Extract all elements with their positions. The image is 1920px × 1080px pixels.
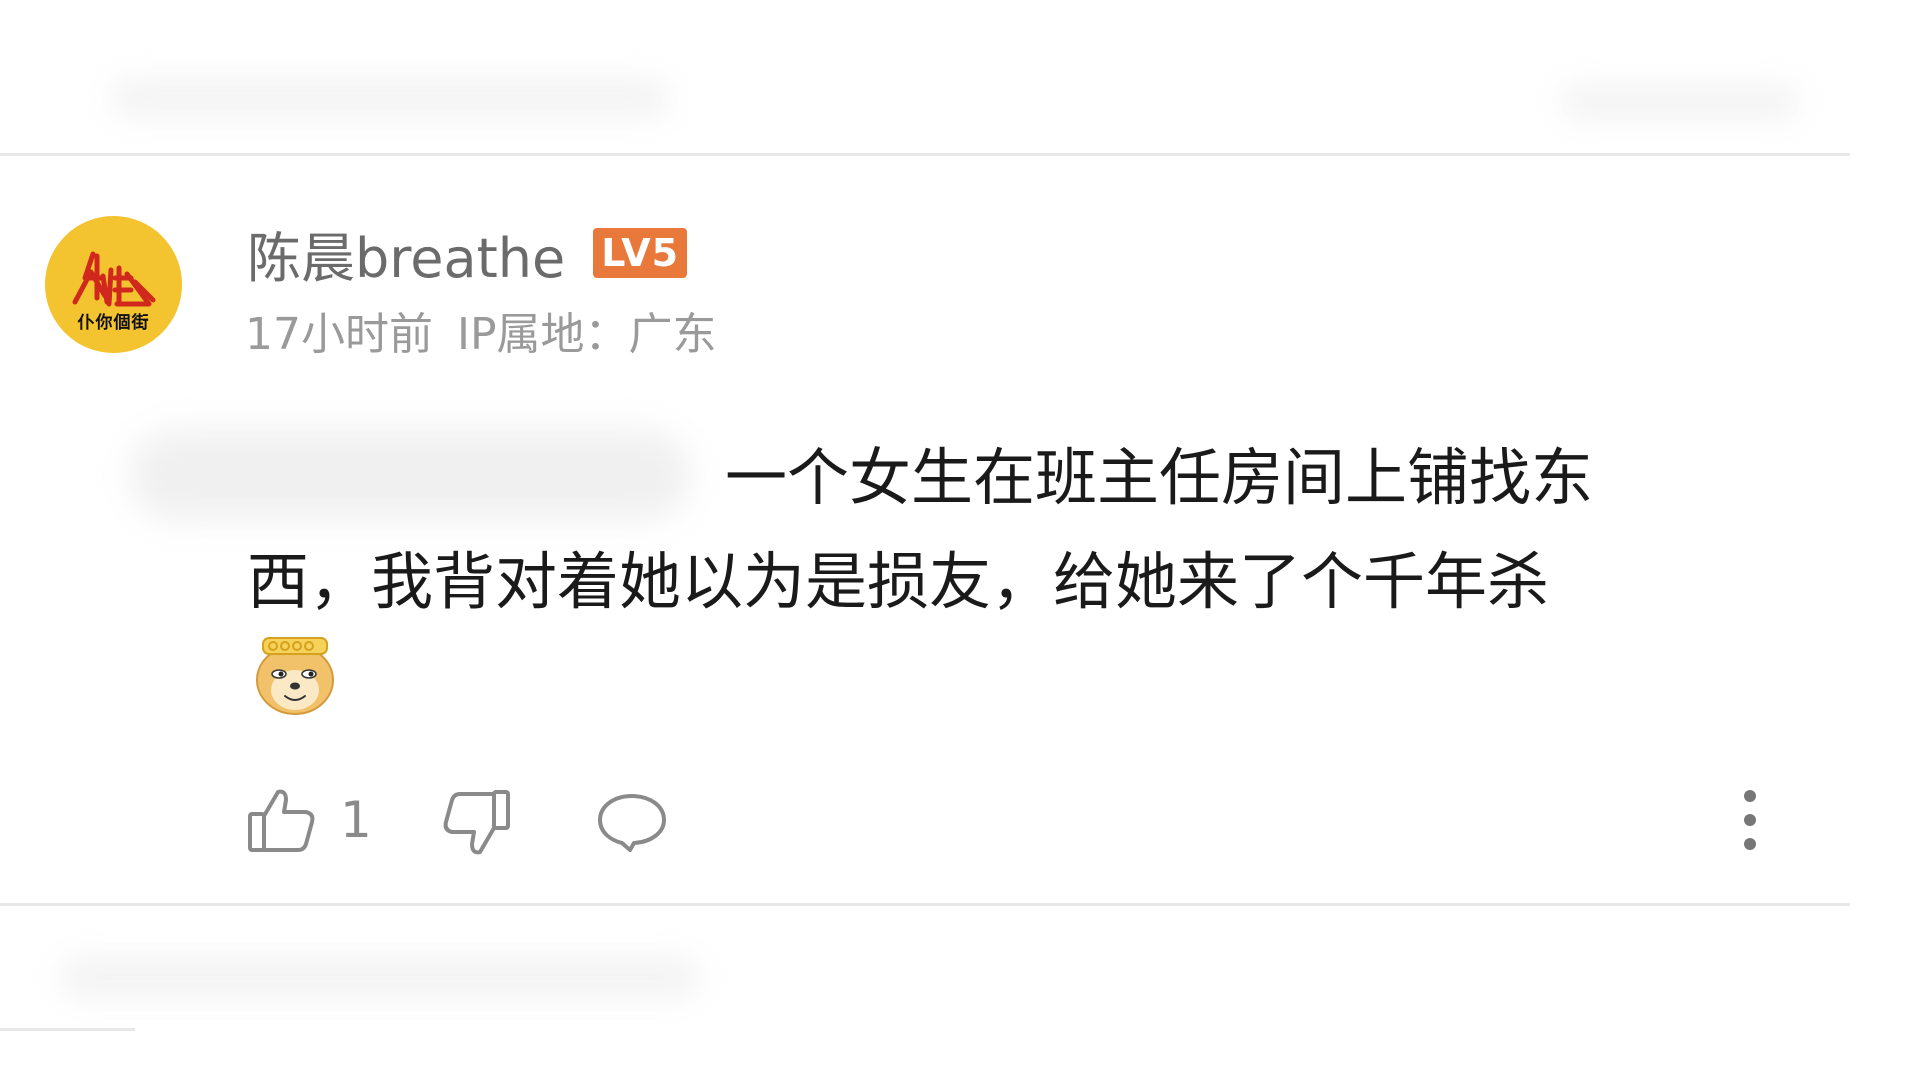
time-ago: 17小时前 — [245, 309, 433, 360]
ip-location: IP属地：广东 — [457, 309, 717, 360]
blurred-previous-comment — [110, 78, 670, 118]
dislike-button[interactable] — [442, 788, 512, 860]
avatar[interactable]: 仆你個街 — [45, 216, 182, 353]
thumbs-down-icon — [443, 790, 510, 855]
comment-text-line-2: 西，我背对着她以为是损友，给她来了个千年杀 — [247, 545, 1550, 618]
more-vertical-icon[interactable] — [1738, 786, 1762, 854]
blurred-mention — [130, 430, 690, 520]
doge-emoji-icon — [256, 637, 334, 715]
comment-actions: 1 — [0, 770, 1850, 870]
thumbs-up-icon — [248, 789, 315, 852]
avatar-caption: 仆你個街 — [77, 313, 150, 333]
like-count: 1 — [340, 791, 372, 849]
top-divider — [0, 153, 1850, 156]
bottom-divider — [0, 903, 1850, 906]
blurred-previous-comment-right — [1560, 84, 1800, 120]
username-row: 陈晨breathe LV5 — [247, 218, 688, 290]
blurred-next-comment — [60, 955, 700, 999]
comment-bubble-icon — [598, 794, 666, 852]
level-badge: LV5 — [593, 228, 688, 278]
partial-divider — [0, 1028, 135, 1031]
username[interactable]: 陈晨breathe — [247, 214, 565, 293]
comment-text-line-1: 一个女生在班主任房间上铺找东 — [725, 441, 1594, 514]
comment-item: 仆你個街 陈晨breathe LV5 17小时前 IP属地：广东 一个女生在班主… — [0, 158, 1850, 908]
comment-meta: 17小时前 IP属地：广东 — [245, 298, 717, 362]
reply-button[interactable] — [596, 792, 668, 854]
comment-page: 仆你個街 陈晨breathe LV5 17小时前 IP属地：广东 一个女生在班主… — [0, 0, 1920, 1080]
like-button[interactable]: 1 — [246, 784, 372, 856]
